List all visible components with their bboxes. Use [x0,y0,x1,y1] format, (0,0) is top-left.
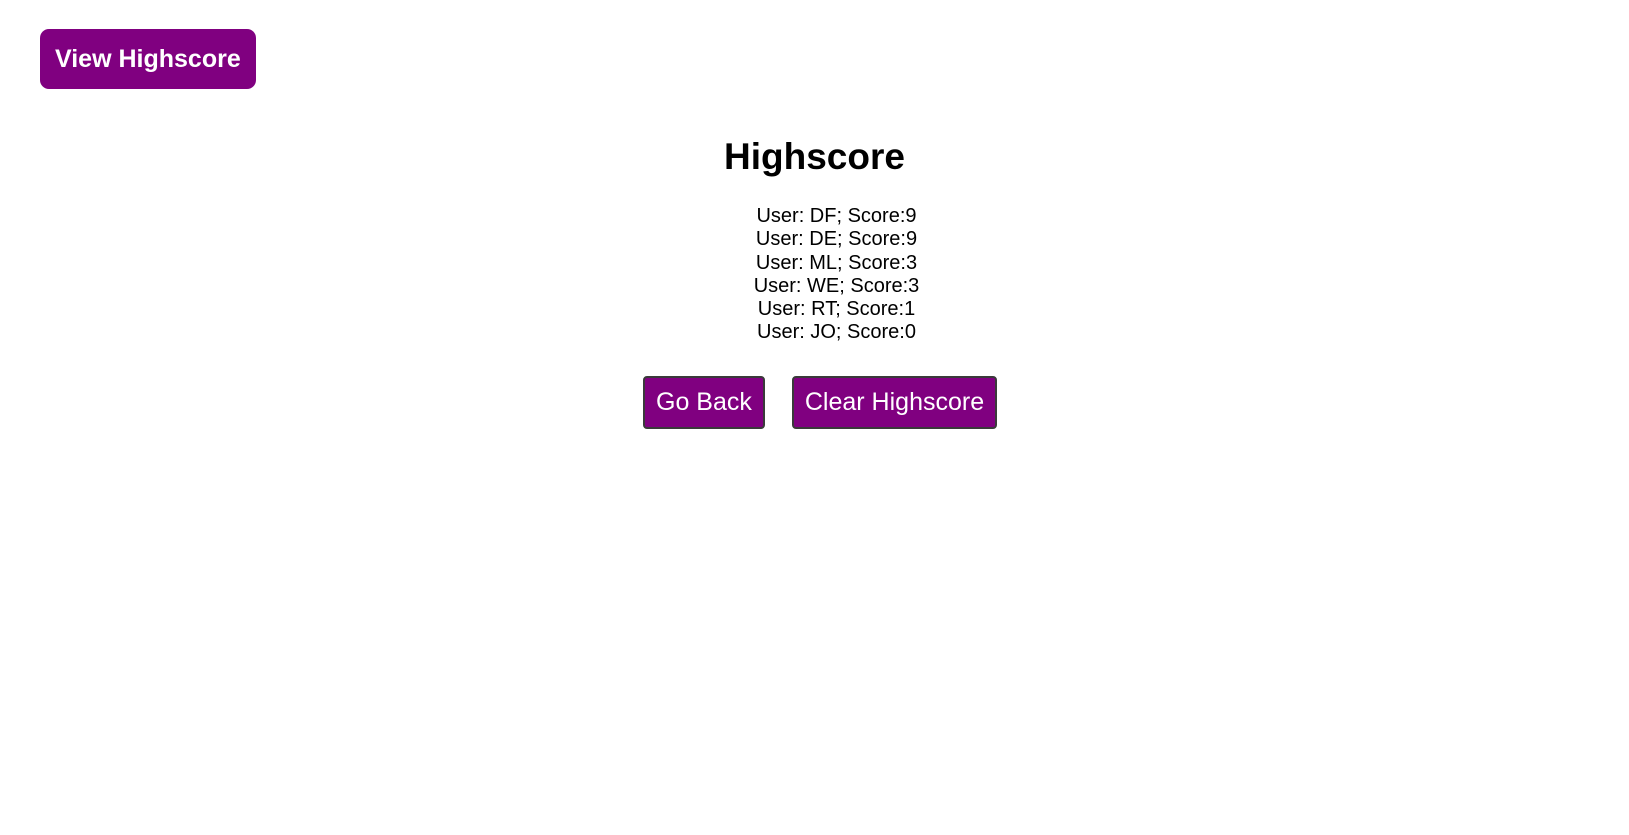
list-item: User: RT; Score:1 [757,298,916,321]
list-item: User: WE; Score:3 [753,274,920,297]
go-back-button[interactable]: Go Back [643,376,765,429]
page-title: Highscore [724,136,905,177]
list-item: User: ML; Score:3 [755,251,918,274]
action-buttons: Go Back Clear Highscore [643,376,998,429]
view-highscore-button[interactable]: View Highscore [40,29,256,89]
list-item: User: JO; Score:0 [757,321,916,344]
clear-highscore-button[interactable]: Clear Highscore [791,376,998,429]
highscore-list: User: DF; Score:9 User: DE; Score:9 User… [740,205,933,345]
list-item: User: DF; Score:9 [756,205,917,227]
list-item: User: DE; Score:9 [755,228,918,251]
